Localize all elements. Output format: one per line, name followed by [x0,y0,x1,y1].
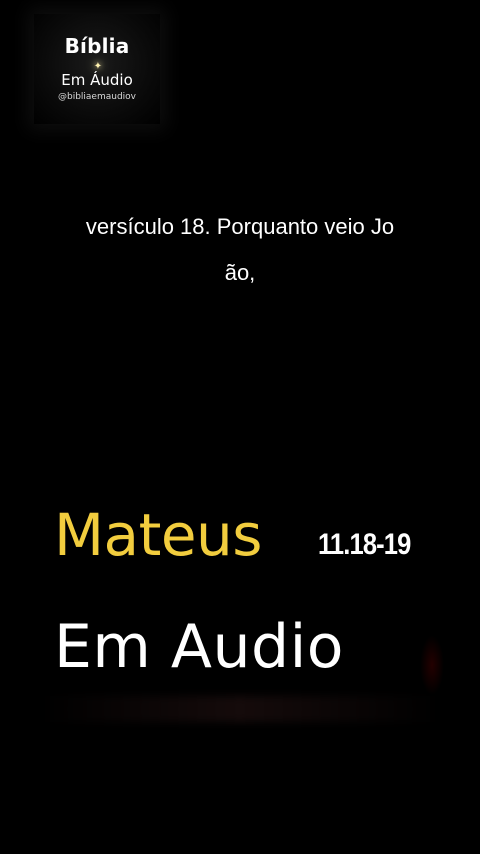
caption-line-2: ão, [224,260,256,285]
background-haze [40,696,440,722]
logo-handle: @bibliaemaudiov [57,92,136,102]
channel-logo: Bíblia ✦ Em Áudio @bibliaemaudiov [34,14,160,124]
chapter-reference: 11.18-19 [318,528,411,561]
brand-title: Em Audio [54,612,344,682]
book-title: Mateus [54,501,263,569]
headline-block: Mateus 11.18-19 Em Audio [0,470,480,730]
background-glow [420,635,444,695]
caption-line-1: versículo 18. Porquanto veio Jo [85,214,395,239]
logo-title: Bíblia [64,34,130,58]
logo-subtitle: Em Áudio [61,71,133,89]
caption-text: versículo 18. Porquanto veio Jo ão, [30,204,450,296]
